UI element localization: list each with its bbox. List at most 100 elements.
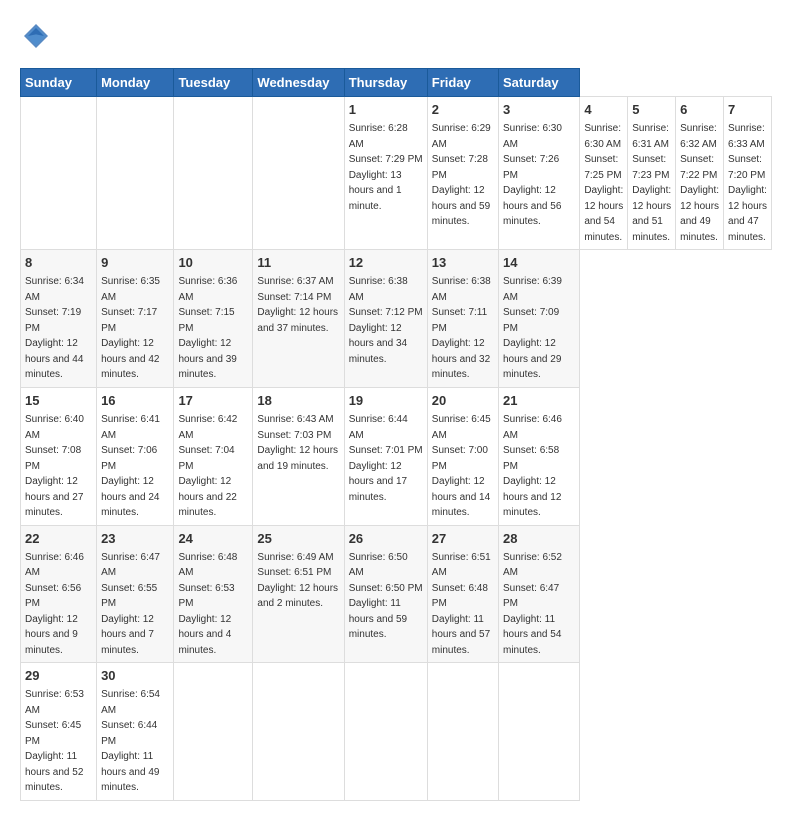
calendar-cell: 30 Sunrise: 6:54 AMSunset: 6:44 PMDaylig… xyxy=(97,663,174,801)
calendar-cell: 17 Sunrise: 6:42 AMSunset: 7:04 PMDaylig… xyxy=(174,387,253,525)
day-number: 8 xyxy=(25,254,92,272)
day-info: Sunrise: 6:46 AMSunset: 6:58 PMDaylight:… xyxy=(503,414,562,518)
calendar-cell xyxy=(499,663,580,801)
calendar-cell: 29 Sunrise: 6:53 AMSunset: 6:45 PMDaylig… xyxy=(21,663,97,801)
day-info: Sunrise: 6:46 AMSunset: 6:56 PMDaylight:… xyxy=(25,552,84,656)
day-info: Sunrise: 6:47 AMSunset: 6:55 PMDaylight:… xyxy=(101,552,160,656)
calendar-header-saturday: Saturday xyxy=(499,69,580,97)
calendar-header-thursday: Thursday xyxy=(344,69,427,97)
day-info: Sunrise: 6:36 AMSunset: 7:15 PMDaylight:… xyxy=(178,276,237,380)
calendar-cell: 27 Sunrise: 6:51 AMSunset: 6:48 PMDaylig… xyxy=(427,525,498,663)
day-info: Sunrise: 6:39 AMSunset: 7:09 PMDaylight:… xyxy=(503,276,562,380)
calendar-cell: 12 Sunrise: 6:38 AMSunset: 7:12 PMDaylig… xyxy=(344,250,427,388)
day-info: Sunrise: 6:41 AMSunset: 7:06 PMDaylight:… xyxy=(101,414,160,518)
calendar-cell: 13 Sunrise: 6:38 AMSunset: 7:11 PMDaylig… xyxy=(427,250,498,388)
day-info: Sunrise: 6:38 AMSunset: 7:12 PMDaylight:… xyxy=(349,276,423,365)
day-number: 22 xyxy=(25,530,92,548)
page-header xyxy=(20,20,772,52)
day-number: 2 xyxy=(432,101,494,119)
day-number: 28 xyxy=(503,530,575,548)
calendar-cell: 8 Sunrise: 6:34 AMSunset: 7:19 PMDayligh… xyxy=(21,250,97,388)
day-info: Sunrise: 6:34 AMSunset: 7:19 PMDaylight:… xyxy=(25,276,84,380)
day-number: 26 xyxy=(349,530,423,548)
day-info: Sunrise: 6:35 AMSunset: 7:17 PMDaylight:… xyxy=(101,276,160,380)
calendar-cell: 28 Sunrise: 6:52 AMSunset: 6:47 PMDaylig… xyxy=(499,525,580,663)
day-number: 19 xyxy=(349,392,423,410)
day-info: Sunrise: 6:45 AMSunset: 7:00 PMDaylight:… xyxy=(432,414,491,518)
calendar-cell: 4 Sunrise: 6:30 AMSunset: 7:25 PMDayligh… xyxy=(580,97,628,250)
day-number: 12 xyxy=(349,254,423,272)
day-info: Sunrise: 6:53 AMSunset: 6:45 PMDaylight:… xyxy=(25,689,84,793)
day-number: 29 xyxy=(25,667,92,685)
calendar-cell: 18 Sunrise: 6:43 AMSunset: 7:03 PMDaylig… xyxy=(253,387,344,525)
day-info: Sunrise: 6:33 AMSunset: 7:20 PMDaylight:… xyxy=(728,123,767,243)
day-number: 6 xyxy=(680,101,719,119)
day-info: Sunrise: 6:49 AMSunset: 6:51 PMDaylight:… xyxy=(257,552,338,610)
day-info: Sunrise: 6:40 AMSunset: 7:08 PMDaylight:… xyxy=(25,414,84,518)
calendar-cell: 1 Sunrise: 6:28 AMSunset: 7:29 PMDayligh… xyxy=(344,97,427,250)
calendar-cell: 11 Sunrise: 6:37 AMSunset: 7:14 PMDaylig… xyxy=(253,250,344,388)
calendar-header-sunday: Sunday xyxy=(21,69,97,97)
day-number: 4 xyxy=(584,101,623,119)
calendar-table: SundayMondayTuesdayWednesdayThursdayFrid… xyxy=(20,68,772,801)
calendar-cell xyxy=(174,663,253,801)
calendar-cell: 25 Sunrise: 6:49 AMSunset: 6:51 PMDaylig… xyxy=(253,525,344,663)
calendar-cell: 16 Sunrise: 6:41 AMSunset: 7:06 PMDaylig… xyxy=(97,387,174,525)
day-number: 17 xyxy=(178,392,248,410)
calendar-cell: 9 Sunrise: 6:35 AMSunset: 7:17 PMDayligh… xyxy=(97,250,174,388)
day-info: Sunrise: 6:52 AMSunset: 6:47 PMDaylight:… xyxy=(503,552,562,656)
day-number: 1 xyxy=(349,101,423,119)
calendar-body: 1 Sunrise: 6:28 AMSunset: 7:29 PMDayligh… xyxy=(21,97,772,801)
day-number: 21 xyxy=(503,392,575,410)
day-info: Sunrise: 6:38 AMSunset: 7:11 PMDaylight:… xyxy=(432,276,491,380)
day-info: Sunrise: 6:54 AMSunset: 6:44 PMDaylight:… xyxy=(101,689,160,793)
day-number: 3 xyxy=(503,101,575,119)
calendar-cell: 22 Sunrise: 6:46 AMSunset: 6:56 PMDaylig… xyxy=(21,525,97,663)
calendar-cell: 19 Sunrise: 6:44 AMSunset: 7:01 PMDaylig… xyxy=(344,387,427,525)
calendar-cell: 7 Sunrise: 6:33 AMSunset: 7:20 PMDayligh… xyxy=(724,97,772,250)
calendar-cell: 10 Sunrise: 6:36 AMSunset: 7:15 PMDaylig… xyxy=(174,250,253,388)
day-info: Sunrise: 6:31 AMSunset: 7:23 PMDaylight:… xyxy=(632,123,671,243)
calendar-cell: 26 Sunrise: 6:50 AMSunset: 6:50 PMDaylig… xyxy=(344,525,427,663)
calendar-cell xyxy=(97,97,174,250)
calendar-header-row: SundayMondayTuesdayWednesdayThursdayFrid… xyxy=(21,69,772,97)
logo-icon xyxy=(20,20,52,52)
calendar-week-3: 15 Sunrise: 6:40 AMSunset: 7:08 PMDaylig… xyxy=(21,387,772,525)
day-number: 5 xyxy=(632,101,671,119)
calendar-cell xyxy=(253,663,344,801)
day-number: 30 xyxy=(101,667,169,685)
day-number: 27 xyxy=(432,530,494,548)
day-info: Sunrise: 6:44 AMSunset: 7:01 PMDaylight:… xyxy=(349,414,423,503)
calendar-cell: 21 Sunrise: 6:46 AMSunset: 6:58 PMDaylig… xyxy=(499,387,580,525)
calendar-header-wednesday: Wednesday xyxy=(253,69,344,97)
calendar-week-4: 22 Sunrise: 6:46 AMSunset: 6:56 PMDaylig… xyxy=(21,525,772,663)
day-number: 10 xyxy=(178,254,248,272)
calendar-cell: 15 Sunrise: 6:40 AMSunset: 7:08 PMDaylig… xyxy=(21,387,97,525)
day-number: 15 xyxy=(25,392,92,410)
day-info: Sunrise: 6:50 AMSunset: 6:50 PMDaylight:… xyxy=(349,552,423,641)
calendar-week-1: 1 Sunrise: 6:28 AMSunset: 7:29 PMDayligh… xyxy=(21,97,772,250)
day-info: Sunrise: 6:37 AMSunset: 7:14 PMDaylight:… xyxy=(257,276,338,334)
day-info: Sunrise: 6:42 AMSunset: 7:04 PMDaylight:… xyxy=(178,414,237,518)
day-number: 7 xyxy=(728,101,767,119)
day-number: 20 xyxy=(432,392,494,410)
calendar-cell: 14 Sunrise: 6:39 AMSunset: 7:09 PMDaylig… xyxy=(499,250,580,388)
calendar-cell xyxy=(21,97,97,250)
calendar-week-2: 8 Sunrise: 6:34 AMSunset: 7:19 PMDayligh… xyxy=(21,250,772,388)
calendar-header-friday: Friday xyxy=(427,69,498,97)
day-info: Sunrise: 6:28 AMSunset: 7:29 PMDaylight:… xyxy=(349,123,423,212)
calendar-cell: 3 Sunrise: 6:30 AMSunset: 7:26 PMDayligh… xyxy=(499,97,580,250)
calendar-cell: 23 Sunrise: 6:47 AMSunset: 6:55 PMDaylig… xyxy=(97,525,174,663)
calendar-week-5: 29 Sunrise: 6:53 AMSunset: 6:45 PMDaylig… xyxy=(21,663,772,801)
day-number: 13 xyxy=(432,254,494,272)
day-info: Sunrise: 6:51 AMSunset: 6:48 PMDaylight:… xyxy=(432,552,491,656)
day-info: Sunrise: 6:30 AMSunset: 7:25 PMDaylight:… xyxy=(584,123,623,243)
calendar-cell xyxy=(253,97,344,250)
day-info: Sunrise: 6:29 AMSunset: 7:28 PMDaylight:… xyxy=(432,123,491,227)
day-info: Sunrise: 6:30 AMSunset: 7:26 PMDaylight:… xyxy=(503,123,562,227)
day-number: 25 xyxy=(257,530,339,548)
day-number: 24 xyxy=(178,530,248,548)
day-number: 23 xyxy=(101,530,169,548)
day-number: 11 xyxy=(257,254,339,272)
day-number: 9 xyxy=(101,254,169,272)
